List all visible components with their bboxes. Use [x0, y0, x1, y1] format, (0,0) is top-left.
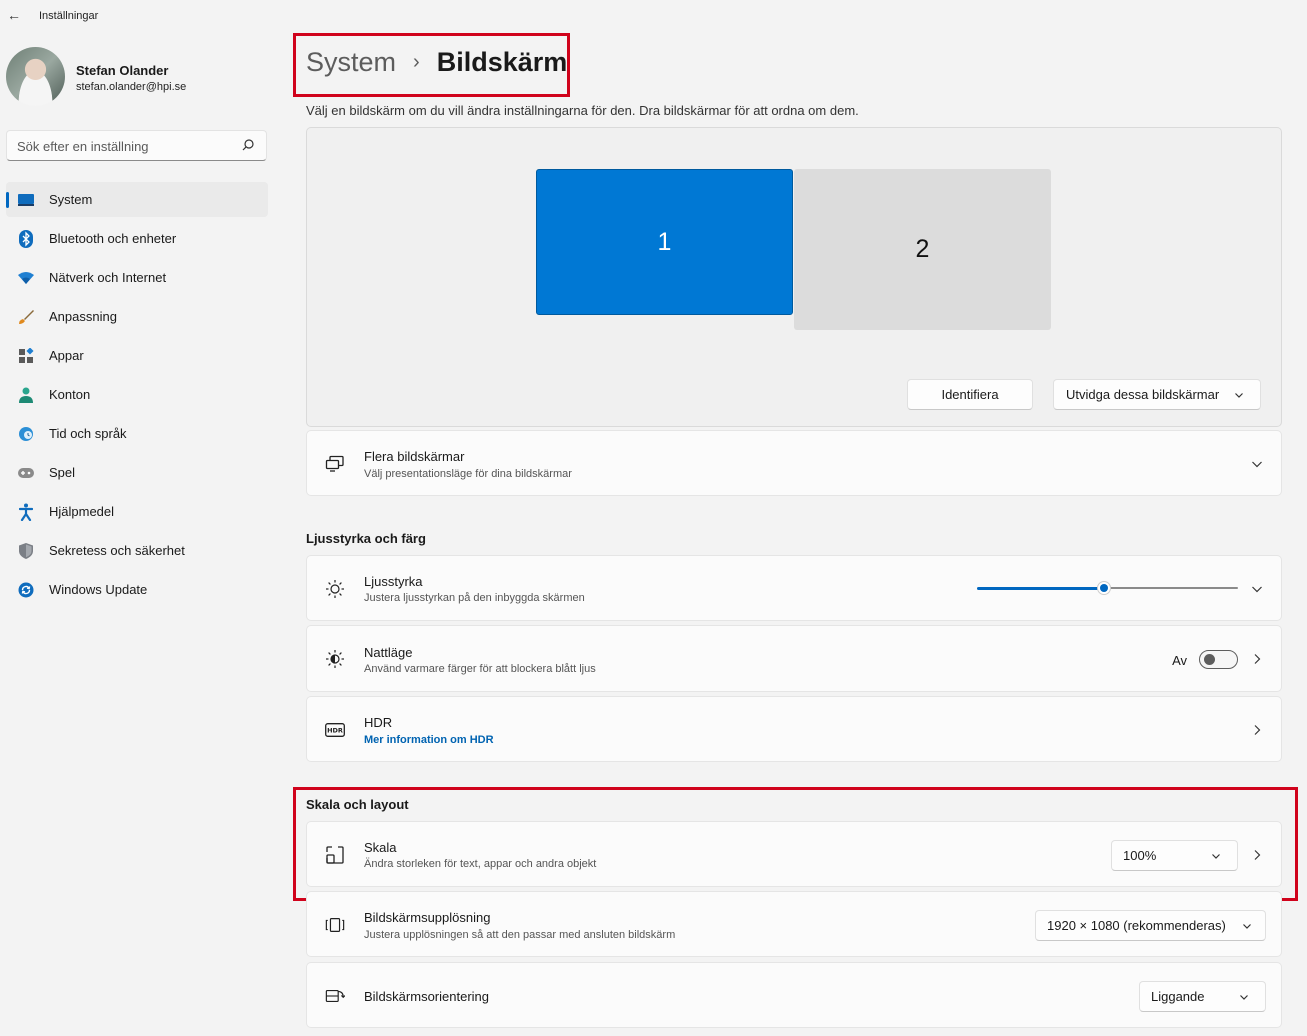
night-light-state: Av — [1172, 653, 1187, 668]
chevron-down-icon — [1235, 393, 1243, 398]
highlight-box-scale — [293, 787, 1298, 901]
card-subtitle: Justera ljusstyrkan på den inbyggda skär… — [364, 592, 585, 604]
sidebar-item-label: Tid och språk — [49, 426, 127, 441]
sidebar-item-time-language[interactable]: Tid och språk — [6, 416, 268, 451]
gamepad-icon — [17, 464, 35, 482]
sidebar-item-label: System — [49, 192, 93, 207]
sidebar-item-label: Bluetooth och enheter — [49, 231, 177, 246]
card-title: Nattläge — [364, 645, 413, 660]
multiple-monitors-icon — [325, 454, 345, 474]
sidebar-item-personalization[interactable]: Anpassning — [6, 299, 268, 334]
card-subtitle: Välj presentationsläge för dina bildskär… — [364, 468, 572, 480]
bluetooth-icon — [17, 229, 35, 248]
hdr-info-link[interactable]: Mer information om HDR — [364, 734, 494, 746]
svg-text:HDR: HDR — [327, 727, 343, 735]
user-profile[interactable]: Stefan Olander stefan.olander@hpi.se — [6, 47, 276, 107]
brightness-card[interactable]: Ljusstyrka Justera ljusstyrkan på den in… — [306, 555, 1282, 621]
monitor-2[interactable]: 2 — [794, 169, 1051, 330]
sidebar-item-bluetooth[interactable]: Bluetooth och enheter — [6, 221, 268, 256]
chevron-down-icon — [1240, 995, 1248, 1000]
orientation-card[interactable]: Bildskärmsorientering Liggande — [306, 962, 1282, 1028]
resolution-card[interactable]: Bildskärmsupplösning Justera upplösninge… — [306, 891, 1282, 957]
back-arrow-icon[interactable]: ← — [6, 7, 22, 23]
sidebar-item-label: Konton — [49, 387, 91, 402]
profile-name: Stefan Olander — [76, 63, 169, 78]
chevron-down-icon — [1243, 924, 1251, 929]
chevron-down-icon[interactable] — [1250, 582, 1264, 596]
card-subtitle: Använd varmare färger för att blockera b… — [364, 663, 596, 675]
card-title: Ljusstyrka — [364, 574, 423, 589]
profile-email: stefan.olander@hpi.se — [76, 81, 187, 93]
brightness-slider-track[interactable] — [1107, 587, 1238, 589]
section-title-brightness: Ljusstyrka och färg — [306, 531, 426, 546]
sidebar-item-label: Appar — [49, 348, 84, 363]
multiple-displays-card[interactable]: Flera bildskärmar Välj presentationsläge… — [306, 430, 1282, 496]
update-icon — [17, 581, 35, 599]
chevron-right-icon[interactable] — [1250, 723, 1264, 737]
sidebar-item-label: Spel — [49, 465, 76, 480]
globe-clock-icon — [17, 425, 35, 443]
system-icon — [17, 191, 35, 209]
identify-button[interactable]: Identifiera — [907, 379, 1033, 410]
apps-icon — [17, 347, 35, 365]
sidebar-item-system[interactable]: System — [6, 182, 268, 217]
search-icon[interactable] — [241, 138, 255, 152]
hdr-icon: HDR — [325, 720, 345, 740]
resolution-dropdown[interactable]: 1920 × 1080 (rekommenderas) — [1035, 910, 1266, 941]
search-input[interactable]: Sök efter en inställning — [6, 130, 267, 161]
chevron-right-icon[interactable] — [1250, 652, 1264, 666]
monitor-arrangement: 1 2 Identifiera Utvidga dessa bildskärma… — [306, 127, 1282, 427]
app-title: Inställningar — [39, 10, 99, 22]
brightness-slider-fill[interactable] — [977, 587, 1107, 590]
sidebar-item-apps[interactable]: Appar — [6, 338, 268, 373]
resolution-icon — [325, 915, 345, 935]
display-mode-value: Utvidga dessa bildskärmar — [1066, 387, 1220, 402]
night-light-toggle[interactable] — [1199, 650, 1238, 669]
wifi-icon — [17, 269, 35, 287]
night-light-card[interactable]: Nattläge Använd varmare färger för att b… — [306, 625, 1282, 692]
card-title: HDR — [364, 715, 393, 730]
display-mode-dropdown[interactable]: Utvidga dessa bildskärmar — [1053, 379, 1261, 410]
brightness-slider-thumb[interactable] — [1097, 581, 1111, 595]
resolution-value: 1920 × 1080 (rekommenderas) — [1047, 918, 1226, 933]
sidebar-item-accounts[interactable]: Konton — [6, 377, 268, 412]
brush-icon — [17, 308, 35, 326]
sidebar-item-label: Windows Update — [49, 582, 148, 597]
sidebar-item-label: Anpassning — [49, 309, 117, 324]
sidebar-item-label: Nätverk och Internet — [49, 270, 167, 285]
sidebar-nav: System Bluetooth och enheter Nätverk och… — [6, 182, 268, 611]
shield-icon — [17, 542, 35, 560]
card-title: Bildskärmsupplösning — [364, 910, 491, 925]
title-bar: ← Inställningar — [0, 0, 300, 32]
search-placeholder: Sök efter en inställning — [17, 139, 149, 154]
person-icon — [17, 386, 35, 404]
sidebar-item-windows-update[interactable]: Windows Update — [6, 572, 268, 607]
sidebar-item-network[interactable]: Nätverk och Internet — [6, 260, 268, 295]
orientation-value: Liggande — [1151, 989, 1205, 1004]
card-subtitle: Justera upplösningen så att den passar m… — [364, 929, 676, 941]
hdr-card[interactable]: HDR HDR Mer information om HDR — [306, 696, 1282, 762]
orientation-icon — [325, 986, 345, 1006]
sun-icon — [325, 579, 345, 599]
highlight-box-title — [293, 33, 570, 97]
card-title: Flera bildskärmar — [364, 449, 465, 464]
card-title: Bildskärmsorientering — [364, 989, 489, 1004]
monitor-1[interactable]: 1 — [536, 169, 793, 315]
sidebar-item-label: Sekretess och säkerhet — [49, 543, 185, 558]
avatar — [6, 47, 65, 106]
sidebar-item-label: Hjälpmedel — [49, 504, 115, 519]
page-description: Välj en bildskärm om du vill ändra instä… — [306, 103, 859, 118]
sidebar-item-privacy[interactable]: Sekretess och säkerhet — [6, 533, 268, 568]
orientation-dropdown[interactable]: Liggande — [1139, 981, 1266, 1012]
night-light-icon — [325, 649, 345, 669]
chevron-down-icon[interactable] — [1250, 457, 1264, 471]
sidebar-item-accessibility[interactable]: Hjälpmedel — [6, 494, 268, 529]
sidebar-item-gaming[interactable]: Spel — [6, 455, 268, 490]
accessibility-icon — [17, 503, 35, 521]
